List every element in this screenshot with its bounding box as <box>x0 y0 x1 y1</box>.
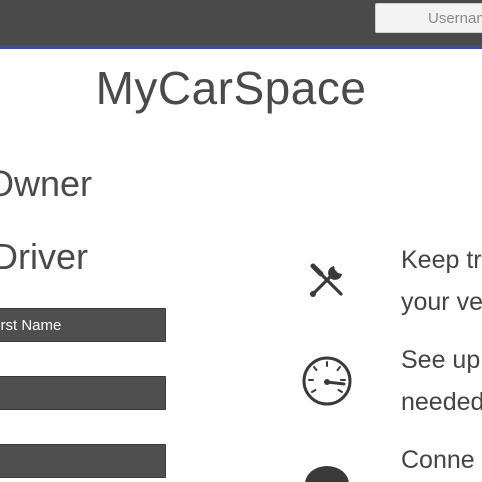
feature-2-line-2: needed <box>401 388 482 416</box>
username-input[interactable] <box>375 3 482 33</box>
dark-circle-icon <box>303 462 351 482</box>
first-name-field[interactable] <box>0 308 166 342</box>
feature-3-text: Conne <box>401 439 475 481</box>
speedometer-icon <box>300 354 354 408</box>
signup-field-2[interactable] <box>0 376 166 410</box>
page: MyCarSpace Owner Driver Keep tr your ve <box>0 0 482 482</box>
wrench-screwdriver-icon <box>305 258 349 302</box>
site-title: MyCarSpace <box>95 62 367 114</box>
feature-1-text: Keep tr your ve <box>401 239 482 323</box>
driver-heading: Driver <box>0 236 88 277</box>
feature-2-line-1: See up <box>401 346 481 374</box>
feature-1-line-2: your ve <box>401 288 482 316</box>
feature-1-line-1: Keep tr <box>401 246 482 274</box>
top-navigation-bar <box>0 0 482 49</box>
feature-2-text: See up needed <box>401 339 482 423</box>
feature-3-line-1: Conne <box>401 446 475 474</box>
owner-heading: Owner <box>0 163 93 204</box>
signup-field-3[interactable] <box>0 444 166 478</box>
